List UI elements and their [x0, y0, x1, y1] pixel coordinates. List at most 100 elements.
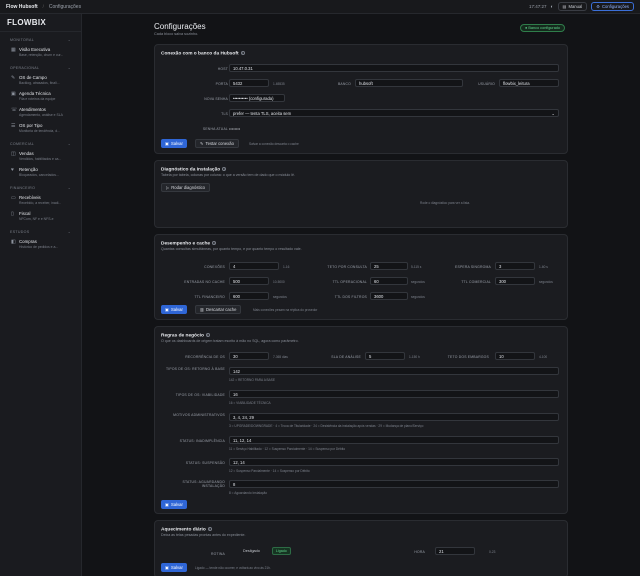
- chevron-icon: ⌄: [67, 66, 71, 70]
- breadcrumb[interactable]: Configurações: [49, 4, 81, 10]
- db-input[interactable]: hubsoft: [355, 79, 463, 87]
- port-label: PORTA: [215, 82, 228, 86]
- ttl-commercial-hint: segundos: [539, 280, 553, 284]
- sla-hint: 1-150 h: [409, 355, 420, 359]
- diagnostic-empty-state: Rode o diagnóstico para ver a lista.: [420, 201, 470, 205]
- password-input[interactable]: •••••••••• (configurada): [229, 94, 285, 102]
- query-cap-label: TETO POR CONSULTA: [327, 265, 367, 269]
- sidebar-item-visao-executiva[interactable]: ▦ Visão Executiva Base, retenção, churn e …: [3, 45, 78, 60]
- sidebar-item-agenda-tecnica[interactable]: ▣ Agenda Técnica Fila e roteiros da equipe: [3, 89, 78, 104]
- save-rules-button[interactable]: ▣ Salvar: [161, 500, 187, 509]
- sidebar-section-estudos[interactable]: ESTUDOS ⌄: [0, 227, 81, 236]
- sidebar-item-vendas[interactable]: ◫ Vendas Vendidos, habilitados e ca...: [3, 149, 78, 164]
- awaiting-install-label: STATUS: AGUARDANDO INSTALAÇÃO: [182, 480, 225, 488]
- run-diagnostic-button[interactable]: ▷ Rodar diagnóstico: [161, 183, 210, 192]
- connections-hint: 1-16: [283, 265, 290, 269]
- recurrence-input[interactable]: 30: [229, 352, 269, 360]
- cart-icon: ◫: [11, 151, 16, 157]
- connection-card: Conexão com o banco da Hubsoft i HOST 10.…: [154, 44, 568, 154]
- suspension-status-label: STATUS: SUSPENSÃO: [185, 461, 225, 465]
- routine-off-option[interactable]: Desligado: [243, 549, 260, 553]
- save-performance-button[interactable]: ▣ Salvar: [161, 305, 187, 314]
- current-password-label: SENHA ATUAL: [202, 127, 228, 131]
- password-label: NOVA SENHA: [204, 97, 228, 101]
- embargo-cap-hint: 4-100: [539, 355, 548, 359]
- recurrence-label: RECORRÊNCIA DE OS: [185, 355, 225, 359]
- logo: FLOWBIX: [0, 14, 81, 32]
- delinquency-status-input[interactable]: 11, 12, 14: [229, 436, 559, 444]
- port-input[interactable]: 5432: [229, 79, 269, 87]
- save-warmup-button[interactable]: ▣ Salvar: [161, 563, 187, 572]
- ttl-filters-input[interactable]: 3600: [370, 292, 408, 300]
- clock: 17:47:27: [528, 4, 547, 9]
- section-title: Conexão com o banco da Hubsoft i: [161, 51, 245, 57]
- chart-icon: ▦: [11, 47, 16, 53]
- sla-input[interactable]: 5: [365, 352, 405, 360]
- sidebar-item-os-por-tipo[interactable]: ☰ OS por Tipo Monitoria de tendência, d...: [3, 121, 78, 136]
- connections-input[interactable]: 4: [229, 262, 279, 270]
- page-title: Configurações: [154, 22, 206, 31]
- query-cap-input[interactable]: 25: [370, 262, 408, 270]
- ttl-financial-input[interactable]: 600: [229, 292, 269, 300]
- host-input[interactable]: 10.47.0.31: [229, 64, 559, 72]
- delinquency-status-label: STATUS: INADIMPLÊNCIA: [179, 439, 225, 443]
- ttl-operational-label: TTL OPERACIONAL: [332, 280, 367, 284]
- performance-hint: Mais conexões pesam na réplica do proved…: [253, 308, 318, 312]
- info-icon[interactable]: i: [207, 527, 212, 531]
- discard-cache-button[interactable]: ▥ Descartar cache: [195, 305, 242, 314]
- sidebar-item-os-de-campo[interactable]: ✎ OS de Campo Backlog, atrasados, finali..…: [3, 73, 78, 88]
- return-types-label: TIPOS DE OS: RETORNO À BASE: [165, 367, 225, 371]
- viability-types-input[interactable]: 16: [229, 390, 559, 398]
- manual-button[interactable]: ▤ Manual: [557, 2, 588, 11]
- chevron-icon: ⌄: [67, 142, 71, 146]
- hour-label: HORA: [414, 550, 425, 554]
- info-icon[interactable]: i: [212, 241, 217, 245]
- sidebar-item-recebiveis[interactable]: ▭ Recebíveis Recebido, a receber, inadi...: [3, 193, 78, 208]
- user-label: USUÁRIO: [478, 82, 495, 86]
- sidebar-section-operacional[interactable]: OPERACIONAL ⌄: [0, 63, 81, 72]
- sidebar-section-financeiro[interactable]: FINANCEIRO ⌄: [0, 183, 81, 192]
- info-icon[interactable]: i: [240, 51, 245, 55]
- wait-input[interactable]: 3: [495, 262, 535, 270]
- cache-entries-input[interactable]: 500: [229, 277, 269, 285]
- theme-icon[interactable]: ◐: [550, 4, 553, 10]
- admin-reasons-input[interactable]: 3, 4, 24, 29: [229, 413, 559, 421]
- save-icon: ▣: [165, 565, 169, 570]
- ttl-operational-hint: segundos: [411, 280, 425, 284]
- save-connection-button[interactable]: ▣ Salvar: [161, 139, 187, 148]
- return-types-input[interactable]: 142: [229, 367, 559, 375]
- chevron-down-icon: ⌄: [551, 111, 555, 116]
- info-icon[interactable]: i: [222, 167, 227, 171]
- awaiting-install-input[interactable]: 8: [229, 480, 559, 488]
- settings-button[interactable]: ⚙ Configurações: [591, 2, 634, 11]
- ttl-commercial-input[interactable]: 300: [495, 277, 535, 285]
- chevron-icon: ⌄: [67, 230, 71, 234]
- sidebar-item-retencao[interactable]: ♥ Retenção Bloqueados, cancelados...: [3, 165, 78, 180]
- delinquency-status-hint: 11 = Serviço Habilitado · 12 = Suspenso …: [229, 447, 346, 451]
- cache-entries-hint: 10-5000: [273, 280, 285, 284]
- tls-select[interactable]: prefer — tenta TLS, aceita sem ⌄: [229, 109, 559, 117]
- ttl-filters-label: TTL DOS FILTROS: [334, 295, 367, 299]
- app-title: Flow Hubsoft: [6, 3, 38, 10]
- routine-on-option[interactable]: Ligado: [272, 547, 291, 555]
- user-input[interactable]: flowbix_leitura: [499, 79, 559, 87]
- wrench-icon: ✎: [11, 75, 16, 81]
- sidebar-item-atendimentos[interactable]: ☏ Atendimentos Agendamento, análise e SLA: [3, 105, 78, 120]
- routine-label: ROTINA: [210, 552, 225, 556]
- info-icon[interactable]: i: [205, 333, 210, 337]
- embargo-cap-input[interactable]: 10: [495, 352, 535, 360]
- warmup-hint: Ligado — tende não ocorrer, e voltará ao…: [195, 566, 271, 570]
- ttl-operational-input[interactable]: 60: [370, 277, 408, 285]
- hour-input[interactable]: 21: [435, 547, 475, 555]
- sidebar-item-compras[interactable]: ◧ Compras Histórico de pedidos e a...: [3, 237, 78, 252]
- test-connection-button[interactable]: ✎ Testar conexão: [195, 139, 239, 148]
- gear-icon: ⚙: [596, 4, 600, 9]
- suspension-status-input[interactable]: 12, 14: [229, 458, 559, 466]
- sidebar-section-monitoral[interactable]: MONITORAL ⌄: [0, 35, 81, 44]
- suspension-status-hint: 12 = Suspenso Parcialmente · 14 = Suspen…: [229, 469, 310, 473]
- section-subtitle: O que os dashboards de origem tratam esc…: [161, 339, 299, 343]
- sidebar-item-fiscal[interactable]: ▯ Fiscal NFCom, NF e e NFS-e: [3, 209, 78, 224]
- section-title: Aquecimento diário i: [161, 527, 212, 533]
- sidebar-section-comercial[interactable]: COMERCIAL ⌄: [0, 139, 81, 148]
- wallet-icon: ▭: [11, 195, 16, 201]
